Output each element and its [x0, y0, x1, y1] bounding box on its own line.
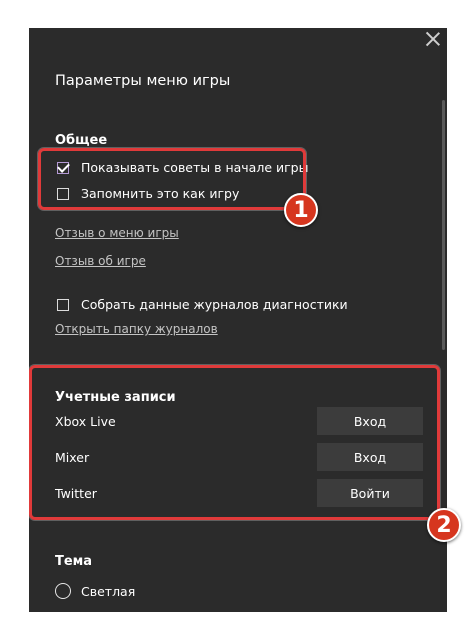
- theme-light-label: Светлая: [81, 583, 136, 599]
- close-icon[interactable]: [425, 31, 441, 47]
- collect-logs-option[interactable]: Собрать данные журналов диагностики: [57, 297, 348, 312]
- scrollbar[interactable]: [442, 100, 445, 350]
- theme-heading: Тема: [55, 554, 93, 569]
- callout-highlight-general: [38, 148, 306, 210]
- feedback-game-link[interactable]: Отзыв об игре: [55, 254, 146, 268]
- page-title: Параметры меню игры: [55, 73, 231, 89]
- feedback-menu-link[interactable]: Отзыв о меню игры: [55, 226, 179, 240]
- callout-badge-one: 1: [284, 193, 318, 227]
- collect-logs-label: Собрать данные журналов диагностики: [81, 297, 348, 312]
- callout-highlight-accounts: [29, 365, 440, 520]
- theme-light-option[interactable]: Светлая: [55, 583, 135, 599]
- theme-light-radio[interactable]: [55, 583, 71, 599]
- collect-logs-checkbox[interactable]: [57, 298, 69, 311]
- general-heading: Общее: [55, 133, 108, 148]
- open-logs-link[interactable]: Открыть папку журналов: [55, 322, 218, 336]
- callout-badge-two: 2: [427, 508, 461, 542]
- game-bar-settings-panel: Параметры меню игры Общее Показывать сов…: [29, 28, 447, 612]
